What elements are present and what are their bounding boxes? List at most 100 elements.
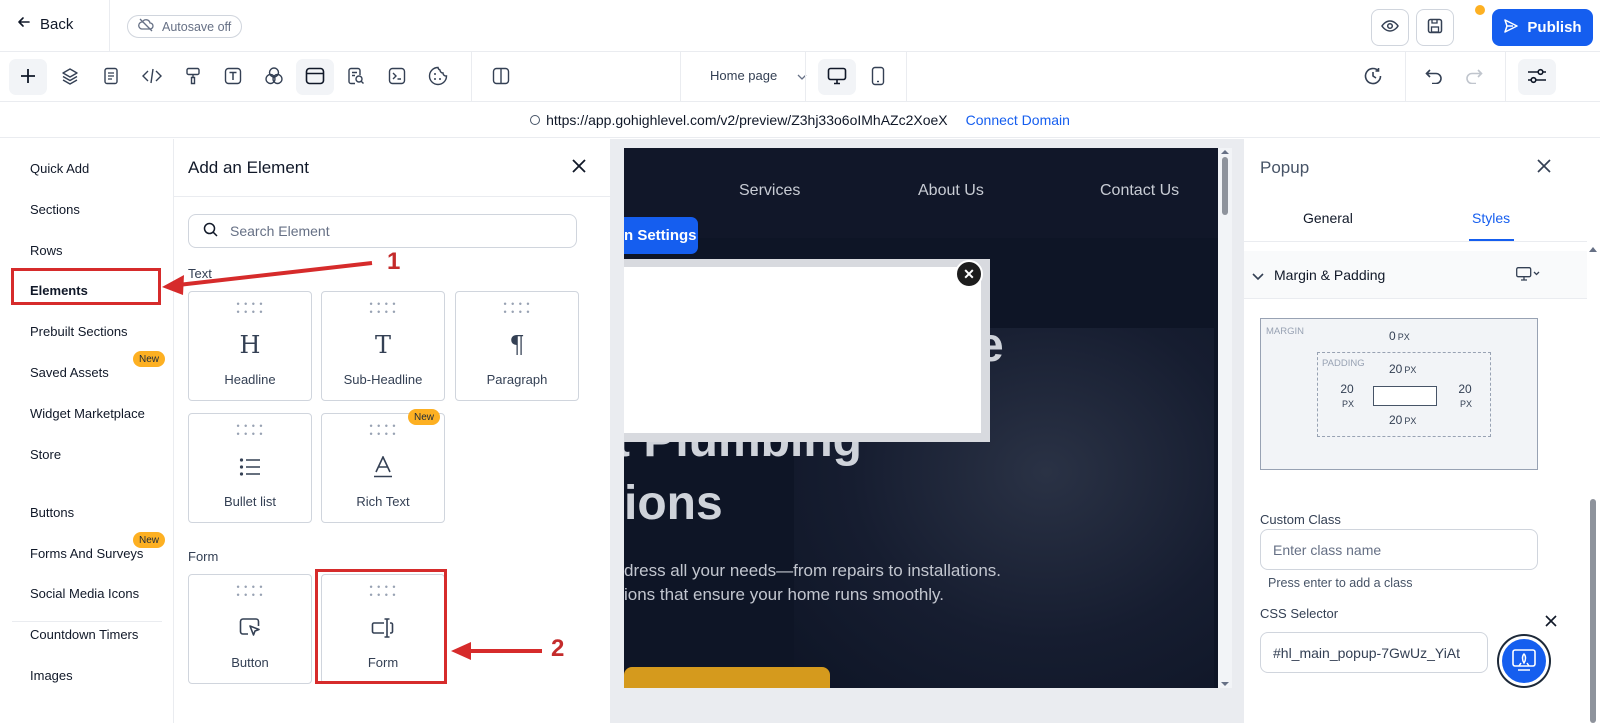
- site-nav-contact-us[interactable]: Contact Us: [1100, 182, 1179, 200]
- nav-item-buttons[interactable]: Buttons: [30, 505, 74, 520]
- typography-button[interactable]: [214, 59, 252, 95]
- preview-button[interactable]: [1371, 9, 1409, 46]
- back-label: Back: [40, 15, 74, 33]
- nav-item-widget-marketplace[interactable]: Widget Marketplace: [30, 406, 145, 421]
- canvas-scrollbar[interactable]: [1218, 148, 1232, 688]
- hero-cta-button[interactable]: [624, 667, 830, 688]
- drag-handle-icon[interactable]: • • • • • • • •: [369, 422, 396, 439]
- colors-button[interactable]: [255, 59, 293, 95]
- page-select[interactable]: Home page: [710, 68, 807, 83]
- padding-top-value[interactable]: 20 PX: [1389, 362, 1416, 376]
- padding-bottom-value[interactable]: 20 PX: [1389, 413, 1416, 427]
- css-selector-value[interactable]: #hl_main_popup-7GwUz_YiAt: [1273, 645, 1460, 661]
- custom-class-hint: Press enter to add a class: [1268, 576, 1413, 590]
- layers-button[interactable]: [51, 59, 89, 95]
- nav-item-countdown-timers[interactable]: Countdown Timers: [30, 627, 138, 642]
- panel-title: Popup: [1260, 158, 1310, 177]
- publish-button[interactable]: Publish: [1492, 9, 1593, 46]
- nav-item-rows[interactable]: Rows: [30, 243, 63, 258]
- element-card-rich-text[interactable]: • • • • • • • • Rich Text: [321, 413, 445, 523]
- history-button[interactable]: [1354, 59, 1392, 95]
- padding-left-value[interactable]: 20 PX: [1336, 382, 1358, 410]
- undo-button[interactable]: [1415, 59, 1453, 95]
- save-button[interactable]: [1416, 9, 1454, 46]
- autosave-toggle[interactable]: Autosave off: [127, 15, 243, 38]
- drag-handle-icon[interactable]: • • • • • • • •: [503, 300, 530, 317]
- tab-styles[interactable]: Styles: [1472, 210, 1510, 226]
- monitor-icon: [827, 67, 847, 88]
- hero-section[interactable]: Services About Us Contact Us e t Plumbin…: [624, 148, 1218, 688]
- card-label: Headline: [224, 372, 276, 387]
- heading-icon: H: [239, 331, 261, 359]
- popup-body[interactable]: [624, 267, 981, 433]
- active-tab-indicator: [1469, 239, 1514, 241]
- drag-handle-icon[interactable]: • • • • • • • •: [369, 300, 396, 317]
- nav-item-forms-and-surveys[interactable]: Forms And Surveys: [30, 546, 143, 561]
- close-icon[interactable]: [572, 159, 586, 176]
- popup-close-button[interactable]: ✕: [955, 260, 983, 288]
- content-box: [1373, 386, 1437, 406]
- element-card-paragraph[interactable]: • • • • • • • • ¶ Paragraph: [455, 291, 579, 401]
- split-view-button[interactable]: [482, 59, 520, 95]
- nav-item-quick-add[interactable]: Quick Add: [30, 161, 89, 176]
- css-selector-field[interactable]: #hl_main_popup-7GwUz_YiAt: [1260, 632, 1488, 673]
- drag-handle-icon[interactable]: • • • • • • • •: [236, 583, 263, 600]
- code-button[interactable]: [133, 59, 171, 95]
- back-button[interactable]: Back: [16, 14, 73, 34]
- redo-icon: [1465, 68, 1483, 87]
- nav-item-store[interactable]: Store: [30, 447, 61, 462]
- popup-button[interactable]: [296, 59, 334, 95]
- nav-item-prebuilt-sections[interactable]: Prebuilt Sections: [30, 324, 128, 339]
- divider: [1505, 52, 1506, 102]
- search-input[interactable]: [230, 223, 530, 239]
- seo-button[interactable]: [337, 59, 375, 95]
- monitor-icon[interactable]: [1516, 267, 1540, 284]
- divider: [1405, 52, 1406, 102]
- tracking-code-button[interactable]: [378, 59, 416, 95]
- custom-class-field[interactable]: [1260, 529, 1538, 570]
- settings-button[interactable]: [1518, 59, 1556, 95]
- add-button[interactable]: [9, 59, 47, 95]
- element-card-sub-headline[interactable]: • • • • • • • • T Sub-Headline: [321, 291, 445, 401]
- url-bar: https://app.gohighlevel.com/v2/preview/Z…: [0, 102, 1600, 138]
- pages-button[interactable]: [92, 59, 130, 95]
- css-selector-label: CSS Selector: [1260, 606, 1339, 621]
- drag-handle-icon[interactable]: • • • • • • • •: [236, 422, 263, 439]
- assistant-launcher-button[interactable]: [1499, 636, 1549, 686]
- panel-scrollbar[interactable]: [1586, 245, 1600, 723]
- tab-general[interactable]: General: [1303, 210, 1353, 226]
- site-nav-about-us[interactable]: About Us: [918, 182, 984, 200]
- mobile-view-button[interactable]: [859, 59, 897, 95]
- custom-class-input[interactable]: [1273, 541, 1483, 558]
- status-circle-icon: [530, 114, 541, 125]
- redo-button[interactable]: [1455, 59, 1493, 95]
- nav-item-social-media-icons[interactable]: Social Media Icons: [30, 586, 139, 601]
- nav-item-saved-assets[interactable]: Saved Assets: [30, 365, 109, 380]
- desktop-view-button[interactable]: [818, 59, 856, 95]
- search-element-field[interactable]: [188, 214, 577, 248]
- preview-url[interactable]: https://app.gohighlevel.com/v2/preview/Z…: [546, 112, 948, 128]
- divider: [906, 52, 907, 102]
- close-icon[interactable]: [1537, 159, 1551, 176]
- margin-padding-header[interactable]: Margin & Padding: [1244, 251, 1587, 299]
- drag-handle-icon[interactable]: • • • • • • • •: [236, 300, 263, 317]
- site-nav-services[interactable]: Services: [739, 182, 800, 200]
- annotation-step-2: 2: [551, 635, 565, 662]
- padding-right-value[interactable]: 20 PX: [1454, 382, 1476, 410]
- paint-button[interactable]: [174, 59, 212, 95]
- margin-top-value[interactable]: 0 PX: [1389, 329, 1410, 343]
- cookie-button[interactable]: [419, 59, 457, 95]
- dismiss-icon[interactable]: [1545, 615, 1557, 630]
- hero-subtitle-line1: dress all your needs—from repairs to ins…: [624, 561, 1001, 580]
- popup-settings-button[interactable]: n Settings: [624, 217, 698, 254]
- element-card-button[interactable]: • • • • • • • • Button: [188, 574, 312, 684]
- new-badge: New: [133, 351, 165, 367]
- popup-container[interactable]: [624, 259, 990, 442]
- nav-item-images[interactable]: Images: [30, 668, 73, 683]
- connect-domain-link[interactable]: Connect Domain: [966, 112, 1070, 128]
- nav-item-sections[interactable]: Sections: [30, 202, 80, 217]
- element-card-bullet-list[interactable]: • • • • • • • • Bullet list: [188, 413, 312, 523]
- cloud-off-icon: [138, 18, 154, 35]
- element-card-headline[interactable]: • • • • • • • • H Headline: [188, 291, 312, 401]
- undo-icon: [1425, 68, 1443, 87]
